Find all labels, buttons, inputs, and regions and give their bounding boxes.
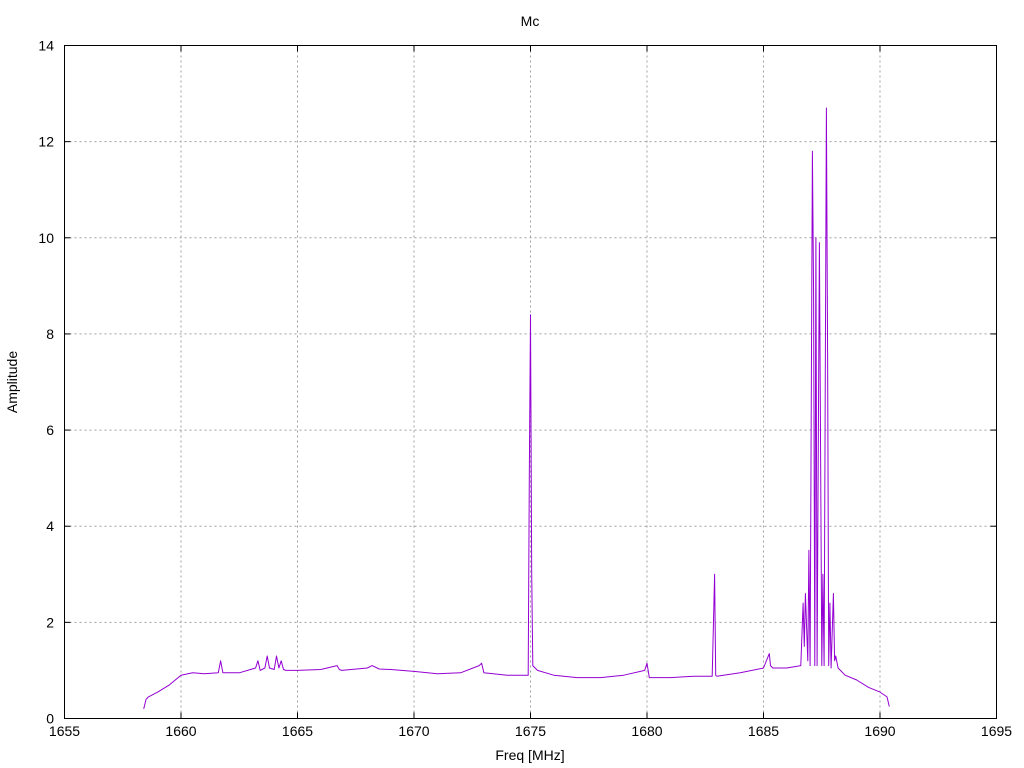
x-tick-label: 1680 xyxy=(631,723,662,739)
x-tick-label: 1675 xyxy=(515,723,546,739)
chart-canvas: Mc 1655 1660 1665 1670 1675 1680 1685 1690 16950… xyxy=(4,13,1012,763)
y-tick-label: 6 xyxy=(46,422,54,438)
x-tick-label: 1660 xyxy=(165,723,196,739)
x-tick-label: 1665 xyxy=(282,723,313,739)
y-axis-label: Amplitude xyxy=(4,351,20,413)
x-tick-label: 1670 xyxy=(398,723,429,739)
y-tick-label: 0 xyxy=(46,711,54,727)
y-tick-label: 8 xyxy=(46,326,54,342)
y-tick-label: 10 xyxy=(38,230,54,246)
y-tick-label: 2 xyxy=(46,614,54,630)
series-line xyxy=(143,107,890,710)
chart-title: Mc xyxy=(521,13,540,29)
plot-area xyxy=(143,107,890,710)
axis-ticks: 1655 1660 1665 1670 1675 1680 1685 1690 16950246… xyxy=(38,38,1012,740)
x-axis-label: Freq [MHz] xyxy=(495,747,564,763)
y-tick-label: 4 xyxy=(46,518,54,534)
x-tick-label: 1690 xyxy=(864,723,895,739)
y-tick-label: 12 xyxy=(38,134,54,150)
x-tick-label: 1695 xyxy=(981,723,1012,739)
y-tick-label: 14 xyxy=(38,38,54,54)
x-tick-label: 1685 xyxy=(748,723,779,739)
